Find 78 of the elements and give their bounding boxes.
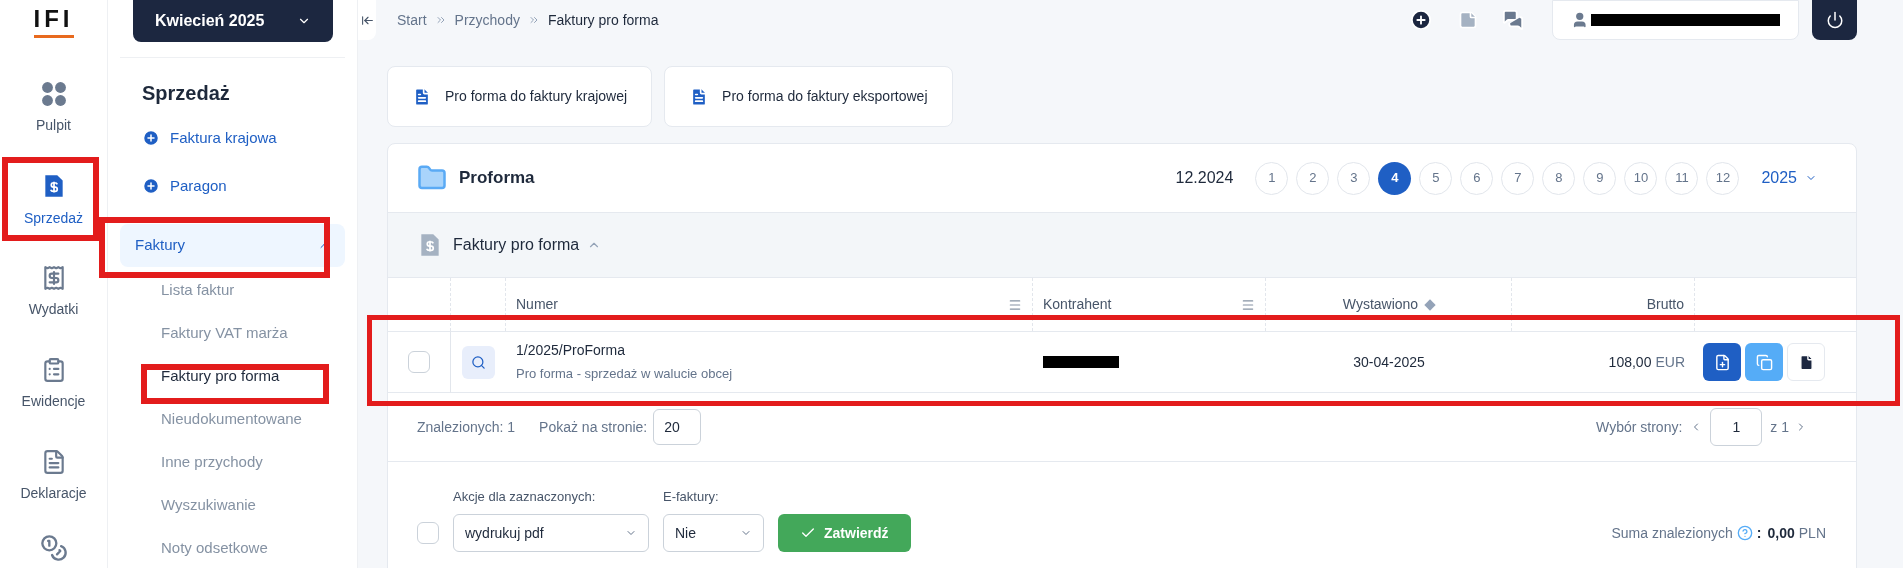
period-button[interactable]: Kwiecień 2025 xyxy=(133,0,333,42)
previous-period[interactable]: 12.2024 xyxy=(1175,166,1234,190)
submenu-item[interactable]: Nieudokumentowane xyxy=(161,407,345,431)
invoice-description: Pro forma - sprzedaż w walucie obcej xyxy=(516,365,734,384)
logo[interactable]: IFI xyxy=(33,4,74,38)
total-amount: 0,00 xyxy=(1767,523,1795,543)
invoice-number[interactable]: 1/2025/ProForma xyxy=(516,340,1023,362)
collapse-arrow-icon xyxy=(360,13,374,27)
coins-icon[interactable] xyxy=(39,534,68,562)
preview-button[interactable] xyxy=(462,345,495,379)
user-icon xyxy=(1571,11,1589,29)
submenu-item[interactable]: Lista faktur xyxy=(161,278,345,302)
nav-rail-item[interactable]: Pulpit xyxy=(5,74,102,142)
column-header[interactable]: Numer xyxy=(516,294,558,315)
total-currency: PLN xyxy=(1798,523,1826,543)
add-icon[interactable] xyxy=(1410,9,1432,31)
field-label: E-faktury: xyxy=(663,487,720,506)
month-button[interactable]: 4 xyxy=(1378,161,1412,195)
breadcrumb-link[interactable]: Przychody xyxy=(454,9,520,31)
search-icon xyxy=(471,354,486,370)
create-proforma-button[interactable]: Pro forma do faktury eksportowej xyxy=(664,66,953,127)
breadcrumb-link[interactable]: Start xyxy=(397,9,427,31)
table-cell-text: 30-04-2025 xyxy=(1353,352,1425,372)
pdf-button[interactable] xyxy=(1787,343,1825,381)
logout-button[interactable] xyxy=(1812,0,1857,40)
checkbox[interactable] xyxy=(408,351,430,373)
convert-button[interactable] xyxy=(1703,343,1741,381)
user-field[interactable] xyxy=(1552,0,1799,40)
nav-rail-item[interactable]: Wydatki xyxy=(5,258,102,326)
panel-title: Proforma xyxy=(459,167,535,190)
dots-grid-icon xyxy=(40,80,67,107)
submenu-item[interactable]: Wyszukiwanie xyxy=(161,493,345,517)
plus-circle-icon xyxy=(142,177,160,195)
nav-rail-item[interactable]: Deklaracje xyxy=(5,442,102,510)
chat-icon[interactable] xyxy=(1502,9,1524,31)
copy-icon xyxy=(1755,353,1773,371)
currency: EUR xyxy=(1655,352,1685,372)
found-count: Znalezionych: 1 xyxy=(417,417,516,437)
breadcrumb-separator-icon xyxy=(434,14,447,26)
section-heading: Sprzedaż xyxy=(142,81,231,106)
nav-rail-item[interactable]: Ewidencje xyxy=(5,350,102,418)
submenu-item[interactable]: Inne przychody xyxy=(161,450,345,474)
page-count: z 1 xyxy=(1770,417,1789,437)
page-field[interactable]: 1 xyxy=(1710,408,1763,446)
section-title: Faktury pro forma xyxy=(453,235,580,255)
breadcrumb-separator-icon xyxy=(527,14,540,26)
submenu-item[interactable]: Noty odsetkowe xyxy=(161,536,345,560)
column-header[interactable]: Wystawiono xyxy=(1342,294,1419,315)
einvoice-select[interactable]: Nie xyxy=(663,514,764,552)
power-icon xyxy=(1825,11,1844,29)
add-link[interactable]: Paragon xyxy=(142,172,345,200)
checkbox[interactable] xyxy=(417,522,439,544)
page-label: Wybór strony: xyxy=(1596,417,1683,437)
column-menu-icon[interactable] xyxy=(1008,297,1022,312)
year-select[interactable]: 2025 xyxy=(1761,166,1817,190)
per-page-field[interactable]: 20 xyxy=(653,409,702,445)
column-header[interactable]: Brutto xyxy=(1646,294,1684,315)
plus-circle-icon xyxy=(142,129,160,147)
collapse-sidebar-button[interactable] xyxy=(358,0,376,40)
amount: 108,00 xyxy=(1608,352,1652,372)
nav-rail-item[interactable]: Sprzedaż xyxy=(5,166,102,234)
total-label: Suma znalezionych xyxy=(1611,523,1733,543)
per-page-label: Pokaż na stronie: xyxy=(539,417,648,437)
menu-group[interactable]: Faktury xyxy=(120,224,345,267)
column-menu-icon[interactable] xyxy=(1241,297,1255,312)
submenu-item[interactable]: Faktury pro forma xyxy=(161,364,345,388)
create-proforma-button[interactable]: Pro forma do faktury krajowej xyxy=(387,66,653,127)
total-separator: : xyxy=(1756,523,1762,543)
submenu-item[interactable]: Faktury VAT marża xyxy=(161,321,345,345)
action-select[interactable]: wydrukuj pdf xyxy=(453,514,649,552)
add-link[interactable]: Faktura krajowa xyxy=(142,124,345,152)
sort-icon[interactable] xyxy=(1424,298,1436,311)
note-icon[interactable] xyxy=(1458,10,1478,30)
column-header[interactable]: Kontrahent xyxy=(1043,294,1112,315)
breadcrumb-link[interactable]: Faktury pro forma xyxy=(547,9,659,31)
field-label: Akcje dla zaznaczonych: xyxy=(453,487,597,506)
file-plus-icon xyxy=(1713,353,1731,371)
help-icon[interactable] xyxy=(1736,525,1753,541)
